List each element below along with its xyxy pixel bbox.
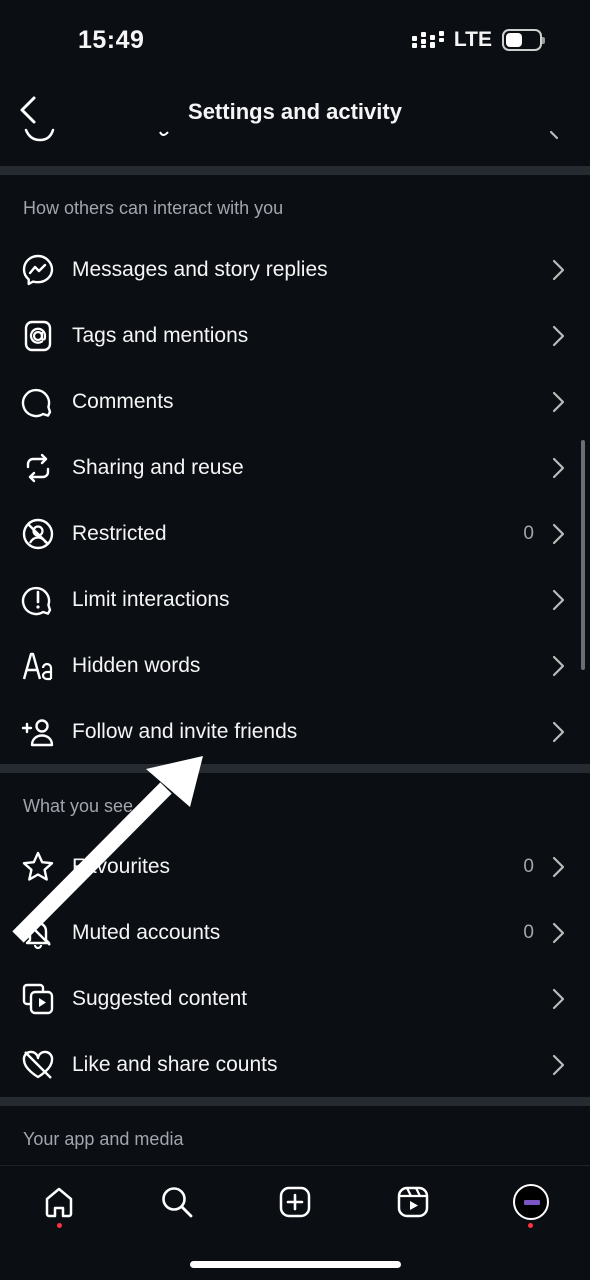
row-count: 0 bbox=[523, 856, 534, 877]
search-tab[interactable] bbox=[155, 1180, 199, 1224]
row-label: Comments bbox=[72, 390, 174, 413]
settings-row-comments[interactable]: Comments bbox=[0, 369, 590, 435]
row-label: Sharing and reuse bbox=[72, 456, 244, 479]
row-label: Favourites bbox=[72, 855, 171, 878]
settings-row-follow-invite[interactable]: Follow and invite friends bbox=[0, 699, 590, 765]
home-tab[interactable] bbox=[37, 1180, 81, 1224]
text-aa-icon bbox=[20, 648, 56, 684]
row-label: Restricted bbox=[72, 522, 167, 545]
partial-list-item bbox=[0, 128, 590, 150]
row-label: Muted accounts bbox=[72, 921, 221, 944]
chevron-right-icon bbox=[552, 391, 565, 413]
comment-icon bbox=[20, 384, 56, 420]
home-indicator bbox=[190, 1261, 401, 1268]
settings-row-like-counts[interactable]: Like and share counts bbox=[0, 1032, 590, 1098]
media-stack-icon bbox=[20, 981, 56, 1017]
reels-icon bbox=[397, 1186, 429, 1218]
chevron-right-icon bbox=[552, 988, 565, 1010]
plus-square-icon bbox=[279, 1186, 311, 1218]
chevron-right-icon bbox=[552, 259, 565, 281]
row-label: Messages and story replies bbox=[72, 258, 328, 281]
add-person-icon bbox=[20, 714, 56, 750]
section-separator bbox=[0, 764, 590, 773]
row-label: Hidden words bbox=[72, 654, 201, 677]
at-sign-icon bbox=[20, 318, 56, 354]
section-header-interactions: How others can interact with you bbox=[23, 198, 284, 218]
star-icon bbox=[20, 849, 56, 885]
home-icon bbox=[45, 1187, 73, 1218]
home-notification-dot bbox=[57, 1223, 62, 1228]
chevron-right-icon bbox=[552, 1054, 565, 1076]
page-title: Settings and activity bbox=[188, 99, 402, 124]
restricted-icon bbox=[20, 516, 56, 552]
status-time: 15:49 bbox=[78, 26, 145, 54]
settings-row-messages[interactable]: Messages and story replies bbox=[0, 237, 590, 303]
status-bar: 15:49 LTE bbox=[0, 0, 590, 80]
avatar bbox=[513, 1184, 549, 1220]
settings-row-limit[interactable]: Limit interactions bbox=[0, 567, 590, 633]
section-separator bbox=[0, 1097, 590, 1106]
settings-row-sharing[interactable]: Sharing and reuse bbox=[0, 435, 590, 501]
chevron-right-icon bbox=[552, 721, 565, 743]
profile-tab[interactable] bbox=[509, 1180, 553, 1224]
status-indicators: LTE bbox=[411, 28, 545, 52]
muted-bell-icon bbox=[20, 915, 56, 951]
settings-row-tags[interactable]: Tags and mentions bbox=[0, 303, 590, 369]
alert-bubble-icon bbox=[20, 582, 56, 618]
reels-tab[interactable] bbox=[391, 1180, 435, 1224]
heart-off-icon bbox=[20, 1047, 56, 1083]
search-icon bbox=[162, 1187, 193, 1218]
chevron-right-icon bbox=[552, 856, 565, 878]
section-separator bbox=[0, 166, 590, 175]
chevron-right-icon bbox=[552, 922, 565, 944]
chevron-right-icon bbox=[552, 523, 565, 545]
section-header-app-media: Your app and media bbox=[23, 1129, 184, 1149]
section-header-what-you-see: What you see bbox=[23, 796, 134, 816]
chevron-right-icon bbox=[552, 589, 565, 611]
scrollbar[interactable] bbox=[581, 440, 585, 670]
row-label: Follow and invite friends bbox=[72, 720, 298, 743]
signal-icon bbox=[411, 31, 444, 48]
profile-notification-dot bbox=[528, 1223, 533, 1228]
row-label: Limit interactions bbox=[72, 588, 230, 611]
network-type: LTE bbox=[453, 28, 492, 51]
settings-row-muted[interactable]: Muted accounts 0 bbox=[0, 900, 590, 966]
settings-row-restricted[interactable]: Restricted 0 bbox=[0, 501, 590, 567]
battery-icon bbox=[502, 29, 545, 51]
settings-row-suggested[interactable]: Suggested content bbox=[0, 966, 590, 1032]
settings-row-favourites[interactable]: Favourites 0 bbox=[0, 834, 590, 900]
row-label: Tags and mentions bbox=[72, 324, 249, 347]
chevron-right-icon bbox=[552, 655, 565, 677]
row-label: Like and share counts bbox=[72, 1053, 278, 1076]
repost-icon bbox=[20, 450, 56, 486]
chevron-right-icon bbox=[552, 325, 565, 347]
settings-row-hidden-words[interactable]: Hidden words bbox=[0, 633, 590, 699]
chevron-right-icon bbox=[552, 457, 565, 479]
row-count: 0 bbox=[523, 922, 534, 943]
create-tab[interactable] bbox=[273, 1180, 317, 1224]
row-count: 0 bbox=[523, 523, 534, 544]
row-label: Suggested content bbox=[72, 987, 248, 1010]
messenger-icon bbox=[20, 252, 56, 288]
